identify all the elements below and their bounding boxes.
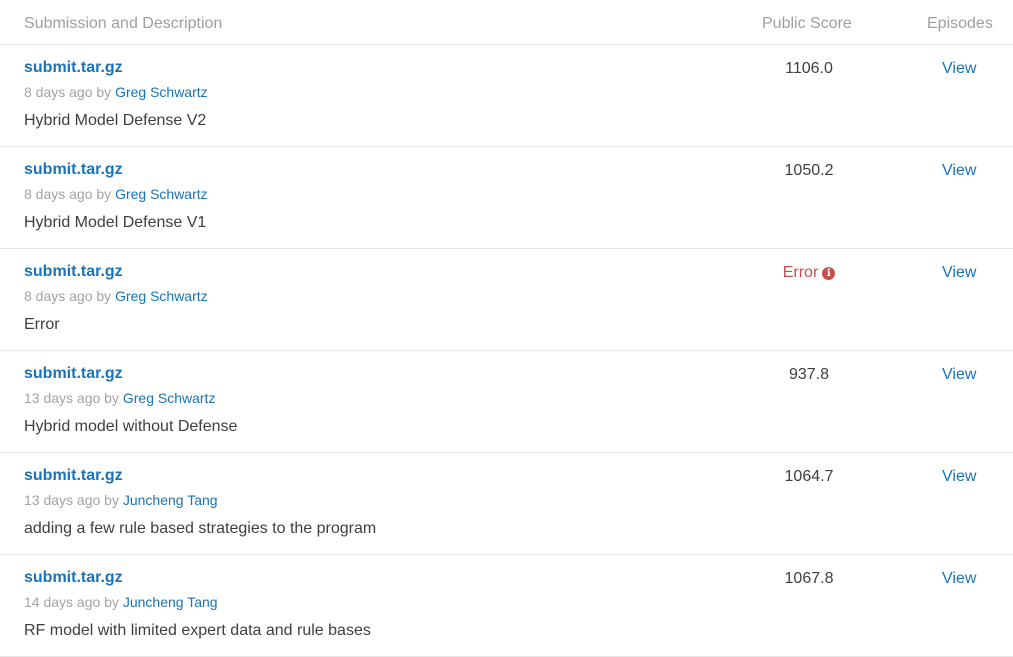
submission-age: 8 days ago by (24, 288, 116, 304)
submission-file-link[interactable]: submit.tar.gz (24, 467, 123, 485)
header-public-score[interactable]: Public Score (762, 15, 852, 33)
submission-description: Hybrid model without Defense (24, 418, 238, 435)
submission-age: 13 days ago by (24, 492, 123, 508)
author-link[interactable]: Greg Schwartz (115, 288, 208, 304)
public-score: 1050.2 (784, 162, 834, 179)
submission-description: Hybrid Model Defense V1 (24, 214, 207, 231)
error-label: Error (782, 264, 819, 281)
table-row: submit.tar.gz 8 days ago by Greg Schwart… (0, 45, 1013, 147)
author-link[interactable]: Juncheng Tang (123, 594, 218, 610)
submission-file-link[interactable]: submit.tar.gz (24, 161, 123, 179)
submission-age: 14 days ago by (24, 594, 123, 610)
author-link[interactable]: Greg Schwartz (115, 84, 208, 100)
submission-age: 8 days ago by (24, 186, 116, 202)
table-row: submit.tar.gz 13 days ago by Greg Schwar… (0, 351, 1013, 453)
view-episodes-link[interactable]: View (942, 264, 976, 282)
submission-age: 13 days ago by (24, 390, 123, 406)
table-row: submit.tar.gz 8 days ago by Greg Schwart… (0, 249, 1013, 351)
submission-description: Error (24, 316, 60, 333)
submission-meta: 13 days ago by Juncheng Tang (24, 492, 218, 508)
public-score-error: Error i (709, 264, 909, 282)
submission-file-link[interactable]: submit.tar.gz (24, 569, 123, 587)
view-episodes-link[interactable]: View (942, 570, 976, 588)
table-header: Submission and Description Public Score … (0, 0, 1013, 45)
header-episodes: Episodes (927, 15, 993, 32)
author-link[interactable]: Greg Schwartz (115, 186, 208, 202)
submission-meta: 13 days ago by Greg Schwartz (24, 390, 215, 406)
submission-description: RF model with limited expert data and ru… (24, 622, 371, 639)
view-episodes-link[interactable]: View (942, 60, 976, 78)
header-submission[interactable]: Submission and Description (24, 15, 222, 33)
public-score: 1106.0 (785, 60, 833, 77)
submission-age: 8 days ago by (24, 84, 116, 100)
table-row: submit.tar.gz 8 days ago by Greg Schwart… (0, 147, 1013, 249)
submission-description: Hybrid Model Defense V2 (24, 112, 207, 129)
view-episodes-link[interactable]: View (942, 468, 976, 486)
public-score: 1064.7 (784, 468, 834, 485)
author-link[interactable]: Juncheng Tang (123, 492, 218, 508)
author-link[interactable]: Greg Schwartz (123, 390, 216, 406)
submission-file-link[interactable]: submit.tar.gz (24, 263, 123, 281)
public-score: 937.8 (788, 366, 830, 383)
table-row: submit.tar.gz 14 days ago by Juncheng Ta… (0, 555, 1013, 657)
submission-meta: 8 days ago by Greg Schwartz (24, 288, 208, 304)
submissions-table: Submission and Description Public Score … (0, 0, 1013, 657)
submission-description: adding a few rule based strategies to th… (24, 520, 377, 537)
table-row: submit.tar.gz 13 days ago by Juncheng Ta… (0, 453, 1013, 555)
submission-meta: 8 days ago by Greg Schwartz (24, 84, 208, 100)
view-episodes-link[interactable]: View (942, 162, 976, 180)
submission-file-link[interactable]: submit.tar.gz (24, 59, 123, 77)
submission-meta: 8 days ago by Greg Schwartz (24, 186, 208, 202)
info-circle-icon[interactable]: i (822, 267, 836, 280)
public-score: 1067.8 (784, 570, 834, 587)
submission-file-link[interactable]: submit.tar.gz (24, 365, 123, 383)
submission-meta: 14 days ago by Juncheng Tang (24, 594, 218, 610)
view-episodes-link[interactable]: View (942, 366, 976, 384)
